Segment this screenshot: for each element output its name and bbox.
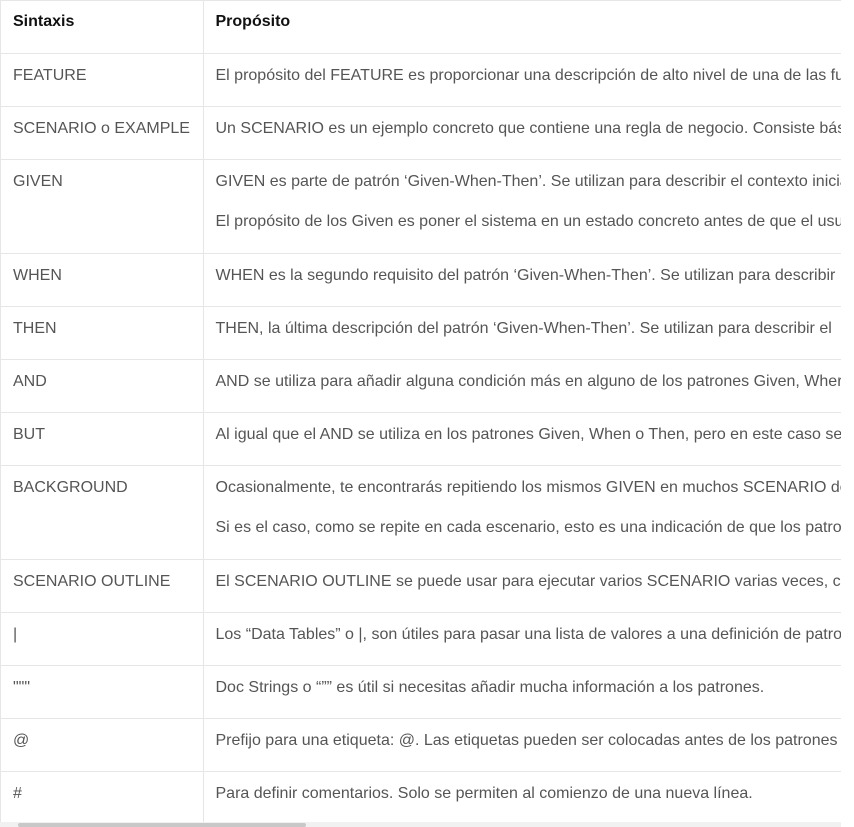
purpose-text: Para definir comentarios. Solo se permit… [215,784,753,802]
syntax-text: SCENARIO o EXAMPLE [13,119,190,137]
purpose-cell: Prefijo para una etiqueta: @. Las etique… [203,718,842,772]
syntax-text: GIVEN [13,172,63,190]
syntax-cell: AND [1,359,204,413]
syntax-text: AND [13,372,47,390]
syntax-cell: WHEN [1,253,204,307]
gherkin-syntax-table: Sintaxis Propósito FEATURE El propósito d… [1,1,842,823]
purpose-text: Prefijo para una etiqueta: @. Las etique… [215,731,838,749]
purpose-cell: El propósito del FEATURE es proporcionar… [203,53,843,107]
syntax-text: THEN [13,319,57,337]
table-row: SCENARIO o EXAMPLE Un SCENARIO es un ejem… [1,106,843,160]
purpose-text: AND se utiliza para añadir alguna condic… [215,372,843,390]
purpose-text: GIVEN es parte de patrón ‘Given-When-The… [215,172,843,190]
syntax-text: FEATURE [13,66,87,84]
table-row: BACKGROUND Ocasionalmente, te encontrarás… [1,465,843,560]
purpose-cell: Ocasionalmente, te encontrarás repitiend… [203,465,843,560]
purpose-text: El propósito de los Given es poner el si… [215,212,843,230]
syntax-cell: FEATURE [1,53,204,107]
purpose-text: WHEN es la segundo requisito del patrón … [215,266,836,284]
table-body: FEATURE El propósito del FEATURE es propo… [1,53,842,823]
table-row: BUT Al igual que el AND se utiliza en los… [1,412,843,466]
purpose-text: El propósito del FEATURE es proporcionar… [215,66,843,84]
syntax-table-container: Sintaxis Propósito FEATURE El propósito d… [0,0,842,823]
syntax-cell: # [1,771,204,823]
syntax-cell: | [1,612,204,666]
syntax-cell: BUT [1,412,204,466]
table-row: SCENARIO OUTLINE El SCENARIO OUTLINE se p… [1,559,842,613]
table-row: | Los “Data Tables” o |, son útiles para … [1,612,842,666]
purpose-text: Al igual que el AND se utiliza en los pa… [215,425,843,443]
purpose-text: THEN, la última descripción del patrón ‘… [215,319,832,337]
header-syntax: Sintaxis [1,1,204,54]
syntax-text: # [13,784,22,802]
purpose-cell: THEN, la última descripción del patrón ‘… [203,306,842,360]
purpose-cell: WHEN es la segundo requisito del patrón … [203,253,842,307]
syntax-text: | [13,625,18,643]
page-edge [841,0,854,827]
syntax-cell: BACKGROUND [1,465,204,560]
syntax-text: BUT [13,425,45,443]
syntax-text: @ [13,731,30,749]
purpose-text: Los “Data Tables” o |, son útiles para p… [215,625,842,643]
purpose-cell: GIVEN es parte de patrón ‘Given-When-The… [203,159,843,254]
purpose-cell: Para definir comentarios. Solo se permit… [203,771,842,823]
table-row: """ Doc Strings o “”” es útil si necesita… [1,665,842,719]
table-header-row: Sintaxis Propósito [1,1,842,54]
syntax-cell: THEN [1,306,204,360]
syntax-cell: """ [1,665,204,719]
syntax-text: """ [13,678,31,696]
scrollbar-thumb[interactable] [18,823,306,827]
purpose-text: Un SCENARIO es un ejemplo concreto que c… [215,119,843,137]
table-row: # Para definir comentarios. Solo se permi… [1,771,842,823]
purpose-text: Si es el caso, como se repite en cada es… [215,518,842,536]
purpose-text: Ocasionalmente, te encontrarás repitiend… [215,478,843,496]
purpose-text: El SCENARIO OUTLINE se puede usar para e… [215,572,841,590]
syntax-text: BACKGROUND [13,478,128,496]
syntax-cell: SCENARIO OUTLINE [1,559,204,613]
syntax-text: SCENARIO OUTLINE [13,572,171,590]
syntax-text: WHEN [13,266,62,284]
purpose-cell: Un SCENARIO es un ejemplo concreto que c… [203,106,843,160]
header-purpose: Propósito [203,1,842,54]
table-row: AND AND se utiliza para añadir alguna con… [1,359,843,413]
table-row: THEN THEN, la última descripción del patr… [1,306,842,360]
purpose-cell: Los “Data Tables” o |, son útiles para p… [203,612,842,666]
horizontal-scrollbar[interactable] [0,822,841,827]
purpose-cell: El SCENARIO OUTLINE se puede usar para e… [203,559,842,613]
syntax-cell: SCENARIO o EXAMPLE [1,106,204,160]
table-row: GIVEN GIVEN es parte de patrón ‘Given-Whe… [1,159,843,254]
purpose-cell: AND se utiliza para añadir alguna condic… [203,359,843,413]
purpose-text: Doc Strings o “”” es útil si necesitas a… [215,678,765,696]
purpose-cell: Al igual que el AND se utiliza en los pa… [203,412,843,466]
purpose-cell: Doc Strings o “”” es útil si necesitas a… [203,665,842,719]
table-row: FEATURE El propósito del FEATURE es propo… [1,53,843,107]
table-row: WHEN WHEN es la segundo requisito del pat… [1,253,842,307]
syntax-cell: GIVEN [1,159,204,254]
syntax-cell: @ [1,718,204,772]
table-row: @ Prefijo para una etiqueta: @. Las etiqu… [1,718,842,772]
